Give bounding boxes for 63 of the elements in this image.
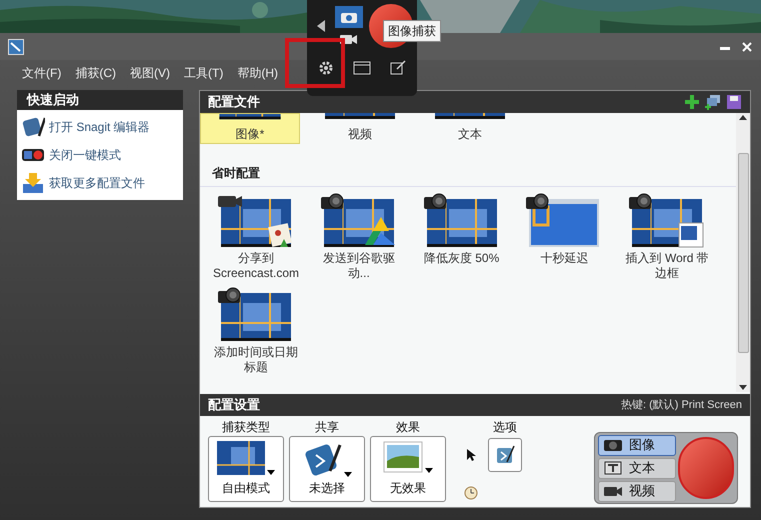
text-capture-icon <box>603 461 623 475</box>
window-icon[interactable] <box>352 61 371 75</box>
stack-icon[interactable] <box>704 94 722 110</box>
dropdown-button[interactable]: 自由模式 <box>208 436 284 502</box>
editor-icon <box>21 116 45 138</box>
options-button[interactable] <box>488 438 522 472</box>
panel-header: 配置设置 <box>208 396 260 414</box>
profile-tile[interactable]: 文本 <box>420 113 520 144</box>
hotkey-text: 热键: (默认) Print Screen <box>620 398 742 413</box>
settings-icon[interactable] <box>318 60 334 76</box>
quick-launch-link[interactable]: 关闭一键模式 <box>49 146 121 164</box>
save-icon[interactable] <box>726 94 742 110</box>
mode-button[interactable]: 图像 <box>598 434 676 456</box>
add-icon[interactable] <box>684 94 700 110</box>
caret-icon <box>425 468 433 473</box>
scrollbar[interactable] <box>736 113 750 392</box>
cursor-icon <box>466 448 476 462</box>
profile-label[interactable]: 添加时间或日期标题 <box>210 345 302 375</box>
highlight-frame <box>285 38 345 88</box>
caret-icon <box>344 472 352 477</box>
close-icon[interactable] <box>741 40 753 52</box>
menu-item[interactable]: 帮助(H) <box>237 64 278 82</box>
download-puzzle-icon <box>21 172 45 194</box>
group-label: 选项 <box>493 419 517 436</box>
profile-label[interactable]: 十秒延迟 <box>518 251 610 266</box>
menu-item[interactable]: 捕获(C) <box>75 64 116 82</box>
group-label: 共享 <box>315 419 339 436</box>
camera-icon <box>340 11 358 23</box>
menu-item[interactable]: 工具(T) <box>184 64 224 82</box>
mode-button[interactable]: 文本 <box>598 458 676 478</box>
profile-label[interactable]: 降低灰度 50% <box>416 251 508 266</box>
camera-icon <box>603 438 623 452</box>
profile-tile[interactable]: 图像* <box>200 113 300 144</box>
video-camera-icon <box>603 484 623 498</box>
menu-item[interactable]: 文件(F) <box>22 64 62 82</box>
mode-button[interactable]: 视频 <box>598 480 676 502</box>
profile-label[interactable]: 插入到 Word 带边框 <box>621 251 714 281</box>
profile-label[interactable]: 分享到 Screencast.com <box>210 251 302 281</box>
group-label: 捕获类型 <box>222 419 270 436</box>
scroll-down-icon[interactable] <box>739 385 747 390</box>
group-label: 效果 <box>396 419 420 436</box>
menu-item[interactable]: 视图(V) <box>130 64 170 82</box>
panel-header: 配置文件 <box>208 93 260 112</box>
panel-header: 快速启动 <box>17 90 183 110</box>
region-capture-icon <box>217 441 265 475</box>
profile-label[interactable]: 发送到谷歌驱动... <box>312 251 405 281</box>
dropdown-button[interactable]: 无效果 <box>370 436 446 502</box>
scroll-up-icon[interactable] <box>739 115 747 120</box>
options-icon <box>495 445 515 465</box>
section-title: 省时配置 <box>200 164 736 187</box>
dropdown-button[interactable]: 未选择 <box>289 436 365 502</box>
app-logo-icon <box>8 38 24 54</box>
toggle-switch-icon <box>21 147 45 163</box>
quick-launch-link[interactable]: 获取更多配置文件 <box>49 174 145 192</box>
image-mode-button[interactable] <box>335 6 363 28</box>
tooltip: 图像捕获 <box>383 20 441 42</box>
quick-launch-link[interactable]: 打开 Snagit 编辑器 <box>49 118 150 136</box>
scroll-thumb[interactable] <box>738 152 748 352</box>
timer-icon <box>463 484 479 500</box>
edit-icon[interactable] <box>390 60 406 76</box>
caret-icon <box>267 470 275 475</box>
video-camera-icon[interactable] <box>339 32 359 46</box>
landscape-effect-icon <box>383 441 423 473</box>
